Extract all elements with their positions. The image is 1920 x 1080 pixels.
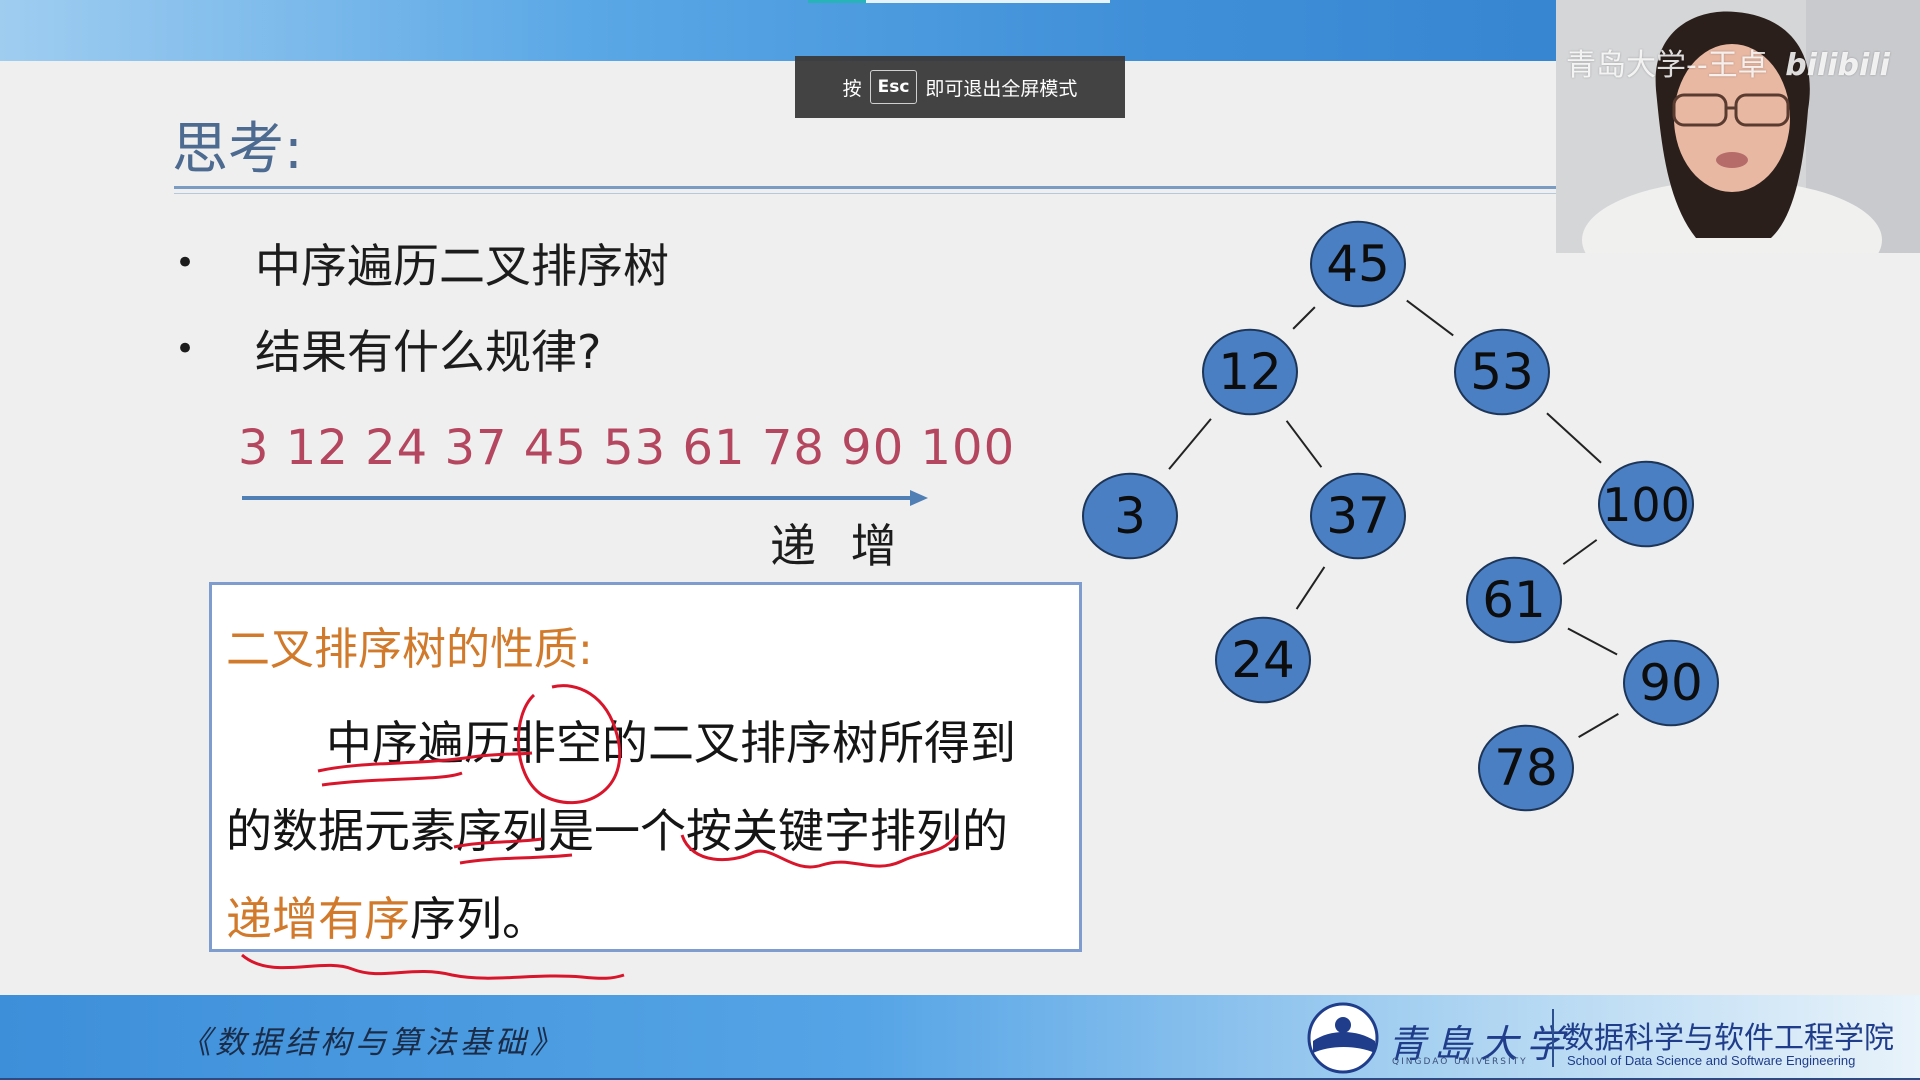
- property-highlight: 递增有序: [226, 892, 410, 946]
- university-english-name: QINGDAO UNIVERSITY: [1392, 1057, 1528, 1067]
- binary-search-tree: 45 12 53 3 37 100 24 61 90 78: [1082, 220, 1719, 812]
- bottom-banner: 《数据结构与算法基础》 青島大学 QINGDAO UNIVERSITY 数据科学…: [0, 995, 1920, 1080]
- property-line-1: 中序遍历非空的二叉排序树所得到: [326, 716, 1016, 770]
- increasing-arrow: [242, 490, 928, 506]
- title-underline-thin: [174, 193, 1558, 194]
- tree-node-12: 12: [1202, 328, 1298, 416]
- increasing-label: 递 增: [770, 519, 907, 573]
- logo-divider: [1552, 1009, 1554, 1067]
- tree-node-24: 24: [1215, 616, 1311, 704]
- bilibili-logo-icon: bilibili: [1785, 48, 1890, 83]
- tree-node-3: 3: [1082, 472, 1178, 560]
- property-line-3-rest: 序列。: [410, 892, 548, 946]
- tree-node-label: 90: [1639, 654, 1703, 712]
- tree-node-label: 3: [1114, 487, 1146, 545]
- inorder-sequence: 3 12 24 37 45 53 61 78 90 100: [238, 420, 1016, 476]
- tree-node-53: 53: [1454, 328, 1550, 416]
- tree-node-37: 37: [1310, 472, 1406, 560]
- tree-node-label: 12: [1218, 343, 1282, 401]
- tree-node-label: 78: [1494, 739, 1558, 797]
- video-watermark: 青岛大学--王卓 bilibili: [1566, 40, 1890, 84]
- fullscreen-exit-notice: 按 Esc 即可退出全屏模式: [795, 56, 1125, 118]
- tree-node-61: 61: [1466, 556, 1562, 644]
- school-name-chinese: 数据科学与软件工程学院: [1564, 1022, 1894, 1055]
- tree-edge-n100-n61: [1562, 539, 1598, 565]
- tree-node-label: 45: [1326, 235, 1390, 293]
- tree-edge-n12-n37: [1285, 420, 1323, 468]
- slide-title: 思考:: [172, 117, 303, 182]
- tree-edge-n45-n12: [1292, 306, 1316, 330]
- tree-node-45: 45: [1310, 220, 1406, 308]
- tree-node-label: 53: [1470, 343, 1534, 401]
- bullet-item-pattern: • 结果有什么规律?: [175, 316, 601, 382]
- esc-key-badge[interactable]: Esc: [869, 70, 918, 104]
- tree-edge-n45-n53: [1406, 299, 1454, 337]
- presenter-webcam: 青岛大学--王卓 bilibili: [1556, 0, 1920, 253]
- bullet-dot: •: [175, 243, 196, 283]
- property-title: 二叉排序树的性质:: [226, 624, 593, 675]
- tree-edge-n61-n90: [1567, 627, 1618, 656]
- tree-node-90: 90: [1623, 639, 1719, 727]
- tree-node-78: 78: [1478, 724, 1574, 812]
- tree-node-label: 61: [1482, 571, 1546, 629]
- slide-canvas: 思考: • 中序遍历二叉排序树 • 结果有什么规律? 3 12 24 37 45…: [0, 0, 1920, 1080]
- tree-node-label: 37: [1326, 487, 1390, 545]
- property-text: 中序遍历非空的二叉排序树所得到 的数据元素序列是一个按关键字排列的 递增有序序列…: [226, 699, 1071, 963]
- esc-notice-suffix: 即可退出全屏模式: [925, 77, 1078, 100]
- presenter-video-frame: [1556, 0, 1920, 253]
- course-name: 《数据结构与算法基础》: [180, 1025, 565, 1061]
- tree-node-label: 100: [1602, 478, 1690, 532]
- tree-edge-n12-n3: [1168, 418, 1212, 470]
- tree-node-100: 100: [1598, 460, 1694, 548]
- property-line-2: 的数据元素序列是一个按关键字排列的: [226, 804, 1008, 858]
- title-underline: [174, 186, 1558, 189]
- tree-edge-n37-n24: [1295, 566, 1326, 610]
- school-name-english: School of Data Science and Software Engi…: [1567, 1053, 1856, 1068]
- tree-edge-n90-n78: [1578, 712, 1619, 739]
- bullet-item-inorder: • 中序遍历二叉排序树: [175, 230, 669, 296]
- property-box: 二叉排序树的性质: 中序遍历非空的二叉排序树所得到 的数据元素序列是一个按关键字…: [209, 582, 1082, 980]
- bullet-text: 中序遍历二叉排序树: [255, 239, 669, 293]
- property-line-3: 递增有序序列。: [226, 875, 1071, 963]
- banner-accent-teal: [808, 0, 866, 3]
- bullet-dot: •: [175, 329, 196, 369]
- bullet-text: 结果有什么规律?: [255, 325, 602, 379]
- watermark-text: 青岛大学--王卓: [1566, 48, 1768, 83]
- tree-node-label: 24: [1231, 631, 1295, 689]
- tree-edge-n53-n100: [1546, 412, 1602, 464]
- esc-notice-prefix: 按: [842, 77, 862, 100]
- banner-accent-light: [866, 0, 1110, 3]
- university-seal-icon: [1307, 1002, 1379, 1074]
